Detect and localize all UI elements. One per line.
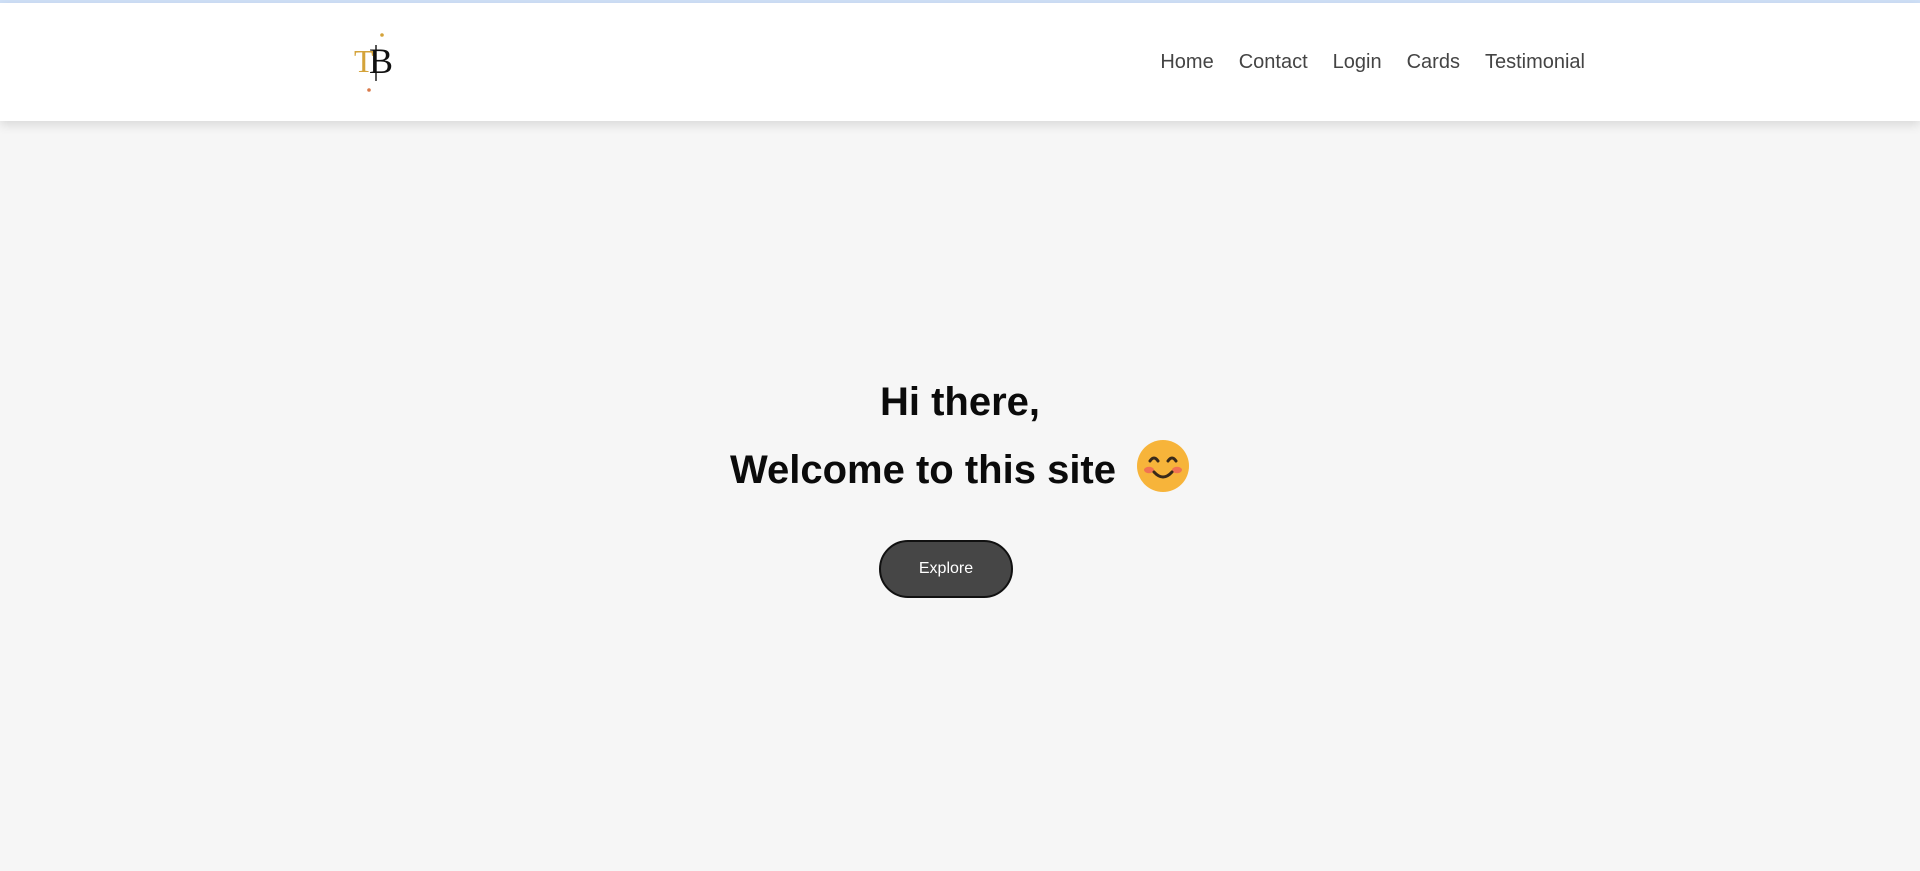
top-navbar: T B Home Contact Login Cards Testimonial: [0, 3, 1920, 121]
main-nav: Home Contact Login Cards Testimonial: [1160, 3, 1585, 121]
explore-button[interactable]: Explore: [879, 540, 1013, 598]
nav-link-contact[interactable]: Contact: [1239, 51, 1308, 74]
nav-link-cards[interactable]: Cards: [1407, 51, 1460, 74]
hero-welcome-text: Welcome to this site: [729, 447, 1116, 492]
logo-icon: T B: [354, 33, 393, 92]
site-logo[interactable]: T B: [352, 31, 400, 95]
hero-greeting: Hi there,: [879, 380, 1041, 424]
nav-link-login[interactable]: Login: [1333, 51, 1382, 74]
nav-link-testimonial[interactable]: Testimonial: [1485, 51, 1585, 74]
svg-text:B: B: [369, 41, 393, 81]
smiling-face-icon: [1136, 439, 1190, 493]
nav-link-home[interactable]: Home: [1160, 51, 1213, 74]
hero-section: Hi there, Welcome to this site Explore: [0, 121, 1920, 871]
hero-welcome-row: Welcome to this site: [0, 440, 1920, 497]
